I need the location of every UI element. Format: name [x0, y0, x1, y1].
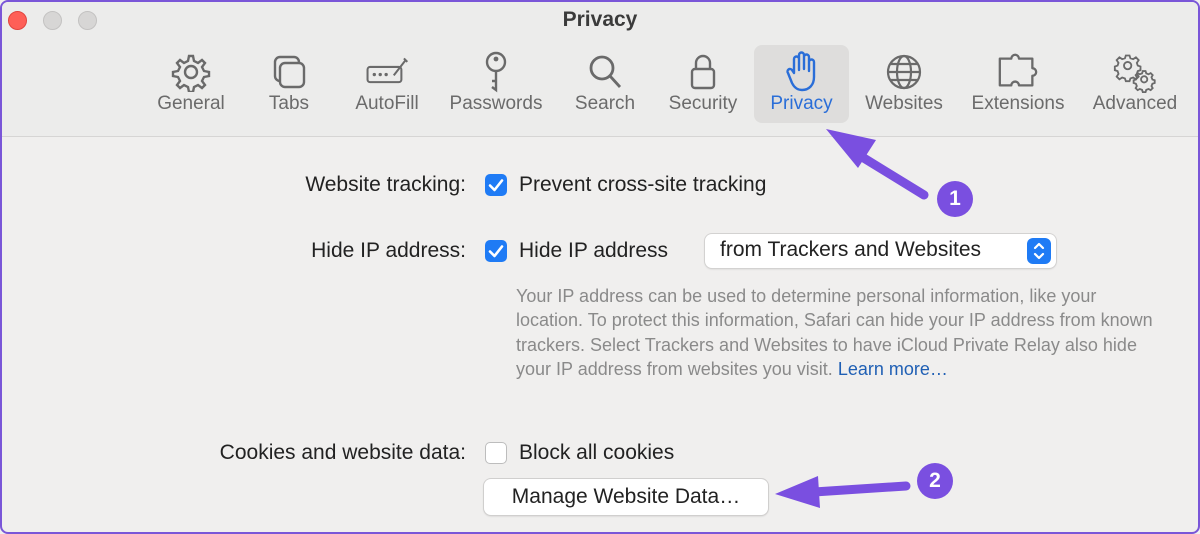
autofill-icon: [365, 51, 409, 93]
learn-more-link[interactable]: Learn more…: [838, 359, 948, 379]
tab-search[interactable]: Search: [568, 45, 642, 123]
window-title: Privacy: [562, 8, 638, 31]
tab-label: Tabs: [268, 93, 310, 114]
tab-label: Extensions: [971, 93, 1065, 114]
toolbar: Privacy General Tabs AutoFill Passwords …: [2, 2, 1198, 137]
tab-extensions[interactable]: Extensions: [964, 45, 1072, 123]
tab-passwords[interactable]: Passwords: [442, 45, 550, 123]
tab-label: Search: [574, 93, 636, 114]
prevent-cross-site-tracking-label[interactable]: Prevent cross-site tracking: [519, 173, 766, 197]
block-all-cookies-checkbox[interactable]: [485, 442, 507, 464]
prevent-cross-site-tracking-checkbox[interactable]: [485, 174, 507, 196]
tab-tabs[interactable]: Tabs: [257, 45, 321, 123]
hide-ip-scope-select[interactable]: from Trackers and Websites: [705, 234, 1056, 268]
tabs-icon: [267, 51, 311, 93]
gear-icon: [169, 51, 213, 93]
puzzle-icon: [996, 51, 1040, 93]
tab-advanced[interactable]: Advanced: [1086, 45, 1184, 123]
lock-icon: [681, 51, 725, 93]
tab-security[interactable]: Security: [660, 45, 746, 123]
tab-label: Security: [668, 93, 738, 114]
annotation-badge-1: 1: [937, 181, 973, 217]
hide-ip-address-option-label[interactable]: Hide IP address: [519, 239, 668, 263]
safari-settings-window: Privacy General Tabs AutoFill Passwords …: [0, 0, 1200, 534]
annotation-badge-2: 2: [917, 463, 953, 499]
tab-autofill[interactable]: AutoFill: [348, 45, 426, 123]
hide-ip-address-checkbox[interactable]: [485, 240, 507, 262]
manage-website-data-button[interactable]: Manage Website Data…: [484, 479, 768, 515]
globe-icon: [882, 51, 926, 93]
tab-websites[interactable]: Websites: [858, 45, 950, 123]
key-icon: [474, 51, 518, 93]
tab-privacy[interactable]: Privacy: [754, 45, 849, 123]
hide-ip-help-text: Your IP address can be used to determine…: [516, 284, 1156, 381]
checkmark-icon: [488, 245, 504, 258]
tab-label: Advanced: [1092, 93, 1178, 114]
select-stepper-icon: [1027, 238, 1051, 264]
tab-label: Passwords: [449, 93, 543, 114]
tab-label: Privacy: [770, 93, 833, 114]
website-tracking-label: Website tracking:: [305, 173, 466, 196]
hide-ip-address-label: Hide IP address:: [311, 239, 466, 262]
block-all-cookies-label[interactable]: Block all cookies: [519, 441, 674, 465]
tab-label: Websites: [865, 93, 943, 114]
tab-label: AutoFill: [355, 93, 419, 114]
select-value: from Trackers and Websites: [720, 238, 982, 261]
checkmark-icon: [488, 179, 504, 192]
hand-icon: [780, 51, 824, 93]
search-icon: [583, 51, 627, 93]
help-text: Your IP address can be used to determine…: [516, 286, 1153, 379]
cookies-label: Cookies and website data:: [219, 441, 466, 464]
tab-label: General: [157, 93, 225, 114]
gears-icon: [1113, 51, 1157, 93]
tab-general[interactable]: General: [149, 45, 233, 123]
